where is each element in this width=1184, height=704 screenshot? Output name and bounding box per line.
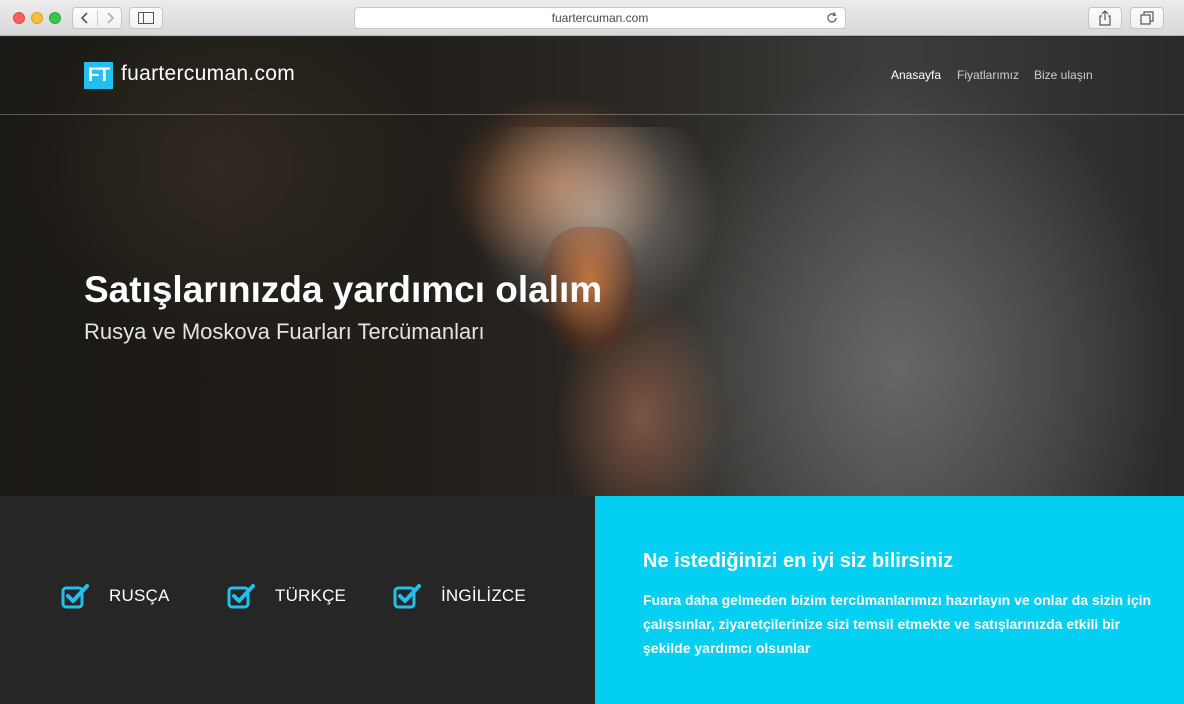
zoom-window-button[interactable] — [49, 12, 61, 24]
forward-button[interactable] — [98, 8, 122, 28]
hero-title: Satışlarınızda yardımcı olalım — [84, 269, 603, 310]
language-item-english: İNGİLİZCE — [393, 582, 526, 610]
language-label: İNGİLİZCE — [441, 586, 526, 605]
sidebar-icon — [138, 12, 154, 24]
logo-mark[interactable]: FT — [84, 62, 113, 89]
checkbox-checked-icon — [227, 584, 255, 609]
nav-link-pricing[interactable]: Fiyatlarımız — [957, 68, 1019, 82]
hero-section: FT fuartercuman.com Anasayfa Fiyatlarımı… — [0, 37, 1184, 496]
address-url: fuartercuman.com — [551, 11, 649, 25]
site-header: FT fuartercuman.com Anasayfa Fiyatlarımı… — [0, 37, 1184, 115]
history-nav-group — [72, 7, 122, 29]
checkbox-checked-icon — [393, 584, 421, 609]
nav-link-contact[interactable]: Bize ulaşın — [1034, 68, 1093, 82]
logo-text[interactable]: fuartercuman.com — [121, 62, 295, 86]
show-tabs-button[interactable] — [1130, 7, 1164, 29]
share-button[interactable] — [1088, 7, 1122, 29]
browser-toolbar: fuartercuman.com — [0, 0, 1184, 36]
checkbox-checked-icon — [61, 584, 89, 609]
promo-section: Ne istediğinizi en iyi siz bilirsiniz Fu… — [595, 496, 1184, 704]
minimize-window-button[interactable] — [31, 12, 43, 24]
share-icon — [1099, 10, 1111, 26]
back-button[interactable] — [73, 8, 97, 28]
language-label: TÜRKÇE — [275, 586, 347, 605]
promo-title: Ne istediğinizi en iyi siz bilirsiniz — [643, 550, 954, 572]
hero-subtitle: Rusya ve Moskova Fuarları Tercümanları — [84, 319, 485, 344]
close-window-button[interactable] — [13, 12, 25, 24]
sidebar-toggle-button[interactable] — [129, 7, 163, 29]
tabs-icon — [1140, 11, 1154, 25]
language-label: RUSÇA — [109, 586, 170, 605]
language-item-turkish: TÜRKÇE — [227, 582, 346, 610]
address-bar[interactable]: fuartercuman.com — [354, 7, 846, 29]
nav-link-home[interactable]: Anasayfa — [891, 68, 941, 82]
chevron-right-icon — [107, 12, 115, 24]
promo-text: Fuara daha gelmeden bizim tercümanlarımı… — [643, 592, 1152, 656]
language-item-russian: RUSÇA — [61, 582, 170, 610]
reload-icon[interactable] — [825, 11, 839, 25]
languages-section: RUSÇA TÜRKÇE İNGİLİZCE — [0, 496, 595, 704]
chevron-left-icon — [80, 12, 88, 24]
